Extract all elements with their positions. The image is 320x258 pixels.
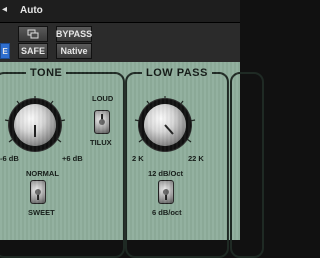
- lowpass-knob[interactable]: [144, 104, 186, 146]
- tone-knob-pointer: [34, 125, 36, 137]
- tone-max-label: +6 dB: [62, 154, 83, 163]
- plugin-panel: TONE -6 dB +6 dB LOUD TILUX NORMAL SWEET…: [0, 62, 264, 258]
- lowpass-min-label: 2 K: [132, 154, 144, 163]
- normal-label: NORMAL: [26, 169, 59, 178]
- tone-knob[interactable]: [14, 104, 56, 146]
- auto-label: Auto: [20, 4, 43, 16]
- blue-toggle-button[interactable]: E: [0, 43, 10, 59]
- compare-icon: [27, 29, 39, 39]
- auto-button[interactable]: Auto: [20, 2, 48, 18]
- blue-toggle-label: E: [2, 46, 8, 56]
- slope-switch[interactable]: [158, 180, 174, 204]
- switch-lever-2: [35, 189, 41, 200]
- loud-label: LOUD: [92, 94, 114, 103]
- safe-button[interactable]: SAFE: [18, 43, 48, 59]
- previous-preset-arrow[interactable]: ◂: [2, 4, 12, 18]
- bypass-label: BYPASS: [55, 29, 93, 39]
- switch-lever-3: [163, 189, 169, 200]
- sweet-label: SWEET: [28, 208, 55, 217]
- tilux-label: TILUX: [90, 138, 112, 147]
- tone-title: TONE: [26, 67, 67, 79]
- tone-min-label: -6 dB: [0, 154, 19, 163]
- slope-high-label: 12 dB/Oct: [148, 169, 184, 178]
- native-label: Native: [60, 46, 88, 56]
- safe-label: SAFE: [20, 46, 45, 56]
- plugin-header: ◂ Auto BYPASS E SAFE Native: [0, 0, 240, 62]
- normal-sweet-switch[interactable]: [30, 180, 46, 204]
- lowpass-knob-pointer: [164, 124, 174, 135]
- lowpass-title: LOW PASS: [142, 67, 212, 79]
- loud-tilux-switch[interactable]: [94, 110, 110, 134]
- slope-low-label: 6 dB/oct: [152, 208, 182, 217]
- bypass-button[interactable]: BYPASS: [56, 26, 92, 42]
- lowpass-max-label: 22 K: [188, 154, 204, 163]
- switch-lever: [99, 114, 105, 125]
- native-button[interactable]: Native: [56, 43, 92, 59]
- next-section-edge: [230, 72, 264, 258]
- compare-icon-button[interactable]: [18, 26, 48, 42]
